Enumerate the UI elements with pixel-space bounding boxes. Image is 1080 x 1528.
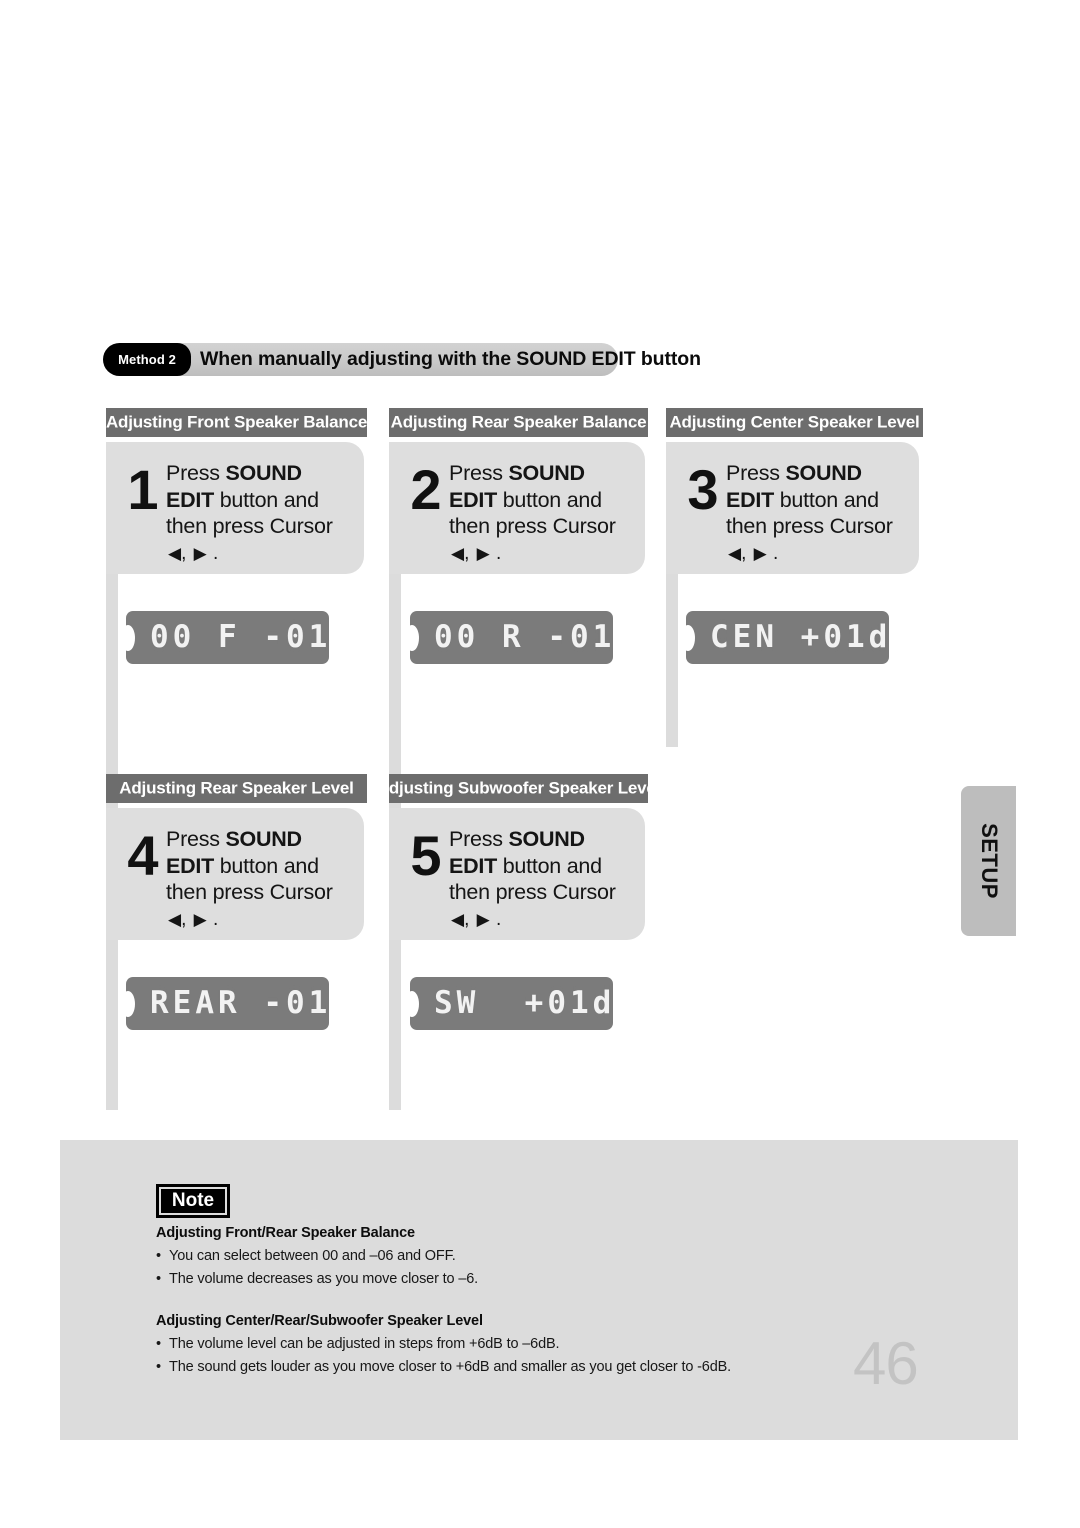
lcd-display-2: 00 R -01 [410, 611, 613, 664]
note-bullet-text: You can select between 00 and –06 and OF… [169, 1248, 456, 1264]
note-bullet-text: The volume level can be adjusted in step… [169, 1336, 560, 1352]
step-line2-plain: button and [213, 853, 319, 878]
step-instruction-3: Press SOUND EDIT button and then press C… [726, 456, 893, 567]
cursor-left-icon: ◀ [168, 909, 182, 929]
step-instruction-2: Press SOUND EDIT button and then press C… [449, 456, 616, 567]
cursor-separator: , [741, 542, 748, 564]
bullet-icon: • [156, 1248, 161, 1264]
note-bullet: • The volume decreases as you move close… [156, 1271, 998, 1287]
setup-side-tab-label: SETUP [976, 823, 1002, 899]
cursor-separator: , [181, 908, 188, 930]
step-line3: then press Cursor [166, 880, 333, 904]
cursor-buttons-line: ◀, ▶ . [166, 907, 333, 934]
step-box-3: 3 Press SOUND EDIT button and then press… [666, 442, 919, 574]
cursor-period: . [213, 542, 220, 564]
step-line1-plain: Press [726, 461, 786, 485]
lcd-display-1: 00 F -01 [126, 611, 329, 664]
cursor-right-icon: ▶ [476, 543, 490, 563]
cursor-separator: , [181, 542, 188, 564]
step-line2-plain: button and [496, 853, 602, 878]
step-line2-bold: EDIT [449, 487, 497, 512]
note-bullet-text: The sound gets louder as you move closer… [169, 1359, 732, 1375]
step-number-1: 1 [127, 458, 159, 521]
cursor-right-icon: ▶ [476, 909, 490, 929]
step-line2-plain: button and [496, 487, 602, 512]
step-instruction-4: Press SOUND EDIT button and then press C… [166, 822, 333, 933]
step-line1-bold: SOUND [225, 461, 302, 485]
step-line1-plain: Press [449, 461, 509, 485]
note-section-title-2: Adjusting Center/Rear/Subwoofer Speaker … [156, 1313, 483, 1329]
step-instruction-5: Press SOUND EDIT button and then press C… [449, 822, 616, 933]
step-line2-bold: EDIT [449, 853, 497, 878]
cursor-left-icon: ◀ [451, 543, 465, 563]
cursor-left-icon: ◀ [451, 909, 465, 929]
step-line1-plain: Press [166, 461, 226, 485]
step-line3: then press Cursor [449, 514, 616, 538]
manual-page: Method 2 When manually adjusting with th… [0, 0, 1080, 1528]
step-number-4: 4 [127, 824, 159, 887]
page-number: 46 [853, 1330, 919, 1397]
cursor-period: . [496, 542, 503, 564]
step-line2-plain: button and [213, 487, 319, 512]
step-line2-plain: button and [773, 487, 879, 512]
step-line1-plain: Press [449, 827, 509, 851]
step-line1-bold: SOUND [508, 461, 585, 485]
cursor-buttons-line: ◀, ▶ . [449, 907, 616, 934]
cursor-buttons-line: ◀, ▶ . [449, 541, 616, 568]
step-line3: then press Cursor [166, 514, 333, 538]
step-box-1: 1 Press SOUND EDIT button and then press… [106, 442, 364, 574]
cursor-separator: , [464, 542, 471, 564]
lcd-text-4: REAR -01dB [150, 985, 329, 1021]
note-section-title-1: Adjusting Front/Rear Speaker Balance [156, 1225, 415, 1241]
cursor-left-icon: ◀ [168, 543, 182, 563]
lcd-text-1: 00 F -01 [150, 619, 329, 655]
setup-side-tab: SETUP [961, 786, 1016, 936]
cursor-right-icon: ▶ [193, 909, 207, 929]
step-line1-bold: SOUND [785, 461, 862, 485]
step-box-2: 2 Press SOUND EDIT button and then press… [389, 442, 645, 574]
lcd-text-5: SW +01dB [434, 985, 613, 1021]
note-badge: Note [156, 1184, 230, 1218]
step-box-4: 4 Press SOUND EDIT button and then press… [106, 808, 364, 940]
lcd-text-3: CEN +01dB [710, 619, 889, 655]
lcd-display-5: SW +01dB [410, 977, 613, 1030]
cursor-right-icon: ▶ [753, 543, 767, 563]
lcd-display-3: CEN +01dB [686, 611, 889, 664]
section-heading-rear-balance: Adjusting Rear Speaker Balance [389, 408, 648, 437]
step-line1-bold: SOUND [508, 827, 585, 851]
step-line1-bold: SOUND [225, 827, 302, 851]
step-number-3: 3 [687, 458, 719, 521]
section-heading-center-level: Adjusting Center Speaker Level [666, 408, 923, 437]
method-badge: Method 2 [103, 343, 191, 376]
lcd-display-4: REAR -01dB [126, 977, 329, 1030]
step-line2-bold: EDIT [726, 487, 774, 512]
note-bullet-text: The volume decreases as you move closer … [169, 1271, 479, 1287]
cursor-period: . [213, 908, 220, 930]
section-heading-subwoofer-level: Adjusting Subwoofer Speaker Level [377, 774, 660, 803]
step-instruction-1: Press SOUND EDIT button and then press C… [166, 456, 333, 567]
cursor-right-icon: ▶ [193, 543, 207, 563]
bullet-icon: • [156, 1336, 161, 1352]
step-line3: then press Cursor [726, 514, 893, 538]
cursor-buttons-line: ◀, ▶ . [166, 541, 333, 568]
step-line2-bold: EDIT [166, 853, 214, 878]
cursor-buttons-line: ◀, ▶ . [726, 541, 893, 568]
bullet-icon: • [156, 1359, 161, 1375]
note-bullet: • You can select between 00 and –06 and … [156, 1248, 998, 1264]
step-box-5: 5 Press SOUND EDIT button and then press… [389, 808, 645, 940]
step-line2-bold: EDIT [166, 487, 214, 512]
step-line3: then press Cursor [449, 880, 616, 904]
cursor-period: . [773, 542, 780, 564]
lcd-text-2: 00 R -01 [434, 619, 613, 655]
cursor-period: . [496, 908, 503, 930]
cursor-separator: , [464, 908, 471, 930]
step-number-2: 2 [410, 458, 442, 521]
cursor-left-icon: ◀ [728, 543, 742, 563]
step-line1-plain: Press [166, 827, 226, 851]
step-number-5: 5 [410, 824, 442, 887]
section-heading-front-balance: Adjusting Front Speaker Balance [106, 408, 367, 437]
bullet-icon: • [156, 1271, 161, 1287]
section-heading-rear-level: Adjusting Rear Speaker Level [106, 774, 367, 803]
